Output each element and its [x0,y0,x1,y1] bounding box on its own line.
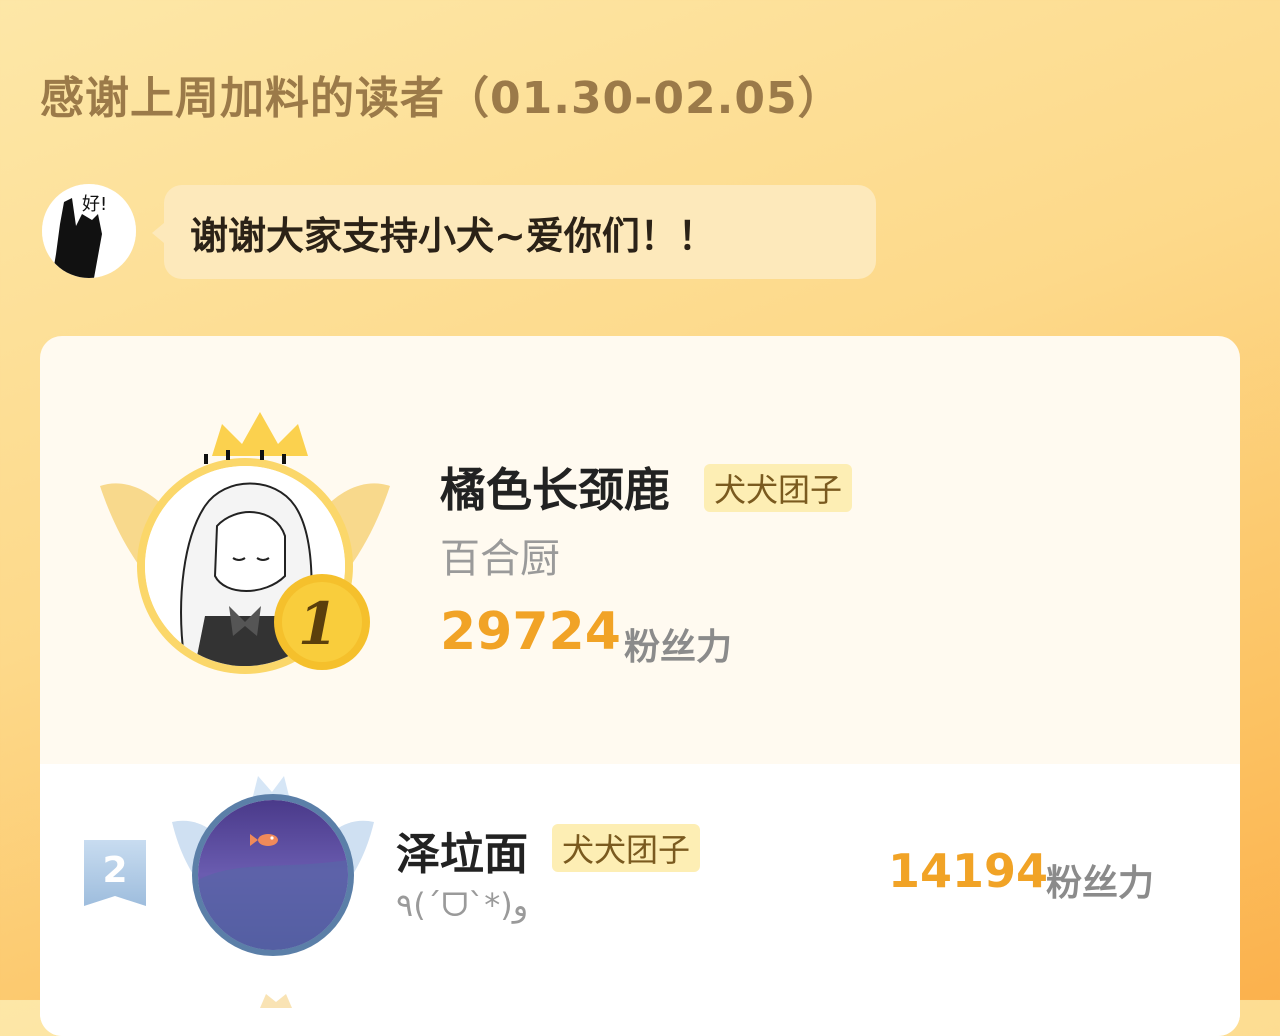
rank-2-number: 2 [102,850,127,891]
entry-1-score: 29724 [440,602,621,662]
message-bubble: 谢谢大家支持小犬~爱你们！！ [152,185,876,279]
rank-1-medal-icon: 1 [274,574,370,670]
entry-1-subtitle: 百合厨 [440,536,560,582]
entry-2-badge: 犬犬团子 [552,824,701,872]
rank-1-number: 1 [298,590,338,658]
entry-1-badge: 犬犬团子 [704,464,853,512]
rank-2-tag-icon: 2 [84,840,146,906]
next-crown-icon [260,994,292,1008]
fish-night-avatar-icon[interactable] [198,800,348,950]
page-title: 感谢上周加料的读者（01.30-02.05） [40,73,843,124]
entry-1-name[interactable]: 橘色长颈鹿 [440,454,670,520]
entry-1-unit: 粉丝力 [624,627,733,668]
entry-1-badge-label: 犬犬团子 [714,471,843,509]
entry-2-unit: 粉丝力 [1046,863,1155,904]
entry-2-name[interactable]: 泽垃面 [396,818,528,882]
entry-2-score: 14194 [888,844,1049,898]
entry-2-subtitle: ٩(ˊᗜˋ*)و [396,886,529,924]
author-avatar-icon[interactable]: 好! [42,184,136,278]
leaderboard-card: 1 橘色长颈鹿 犬犬团子 百合厨 29724 粉丝力 2 泽垃面 犬犬团子 ٩(… [40,336,1240,1036]
author-avatar-text: 好! [82,194,107,215]
entry-2-badge-label: 犬犬团子 [562,831,691,869]
message-text: 谢谢大家支持小犬~爱你们！！ [190,213,716,258]
